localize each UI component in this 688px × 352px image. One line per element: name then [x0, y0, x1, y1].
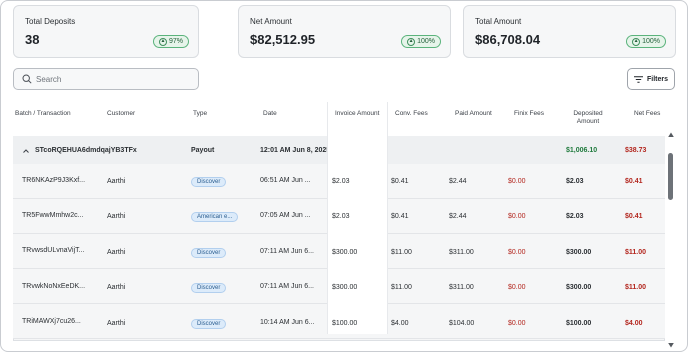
batch-net: $38.73 [625, 147, 647, 154]
paid-amount: $104.00 [449, 320, 475, 327]
transaction-date: 07:05 AM Jun ... [260, 212, 311, 219]
batch-type: Payout [191, 147, 215, 154]
stat-value: $82,512.95 [250, 32, 316, 47]
column-header-customer[interactable]: Customer [107, 110, 135, 118]
finix-fees: $0.00 [508, 320, 526, 327]
transaction-id[interactable]: TRvwsdULvnaVijT... [22, 247, 85, 254]
transaction-id[interactable]: TR5FwwMmhw2c... [22, 212, 83, 219]
column-header-deposited-amount[interactable]: Deposited Amount [571, 110, 605, 126]
transaction-date: 10:14 AM Jun 6... [260, 319, 315, 326]
app-window: Total Deposits 38 ▲ 97% Net Amount $82,5… [0, 0, 688, 352]
transaction-date: 06:51 AM Jun ... [260, 177, 311, 184]
deposited-amount: $300.00 [566, 249, 592, 256]
paid-amount: $311.00 [449, 249, 474, 256]
filters-button[interactable]: Filters [627, 68, 675, 90]
customer-name: Aarthi [107, 320, 126, 327]
deposited-amount: $2.03 [566, 213, 584, 220]
stat-label: Total Amount [475, 17, 522, 26]
transaction-id[interactable]: TR6NKAzP9J3Kxf... [22, 177, 85, 184]
column-header-batch[interactable]: Batch / Transaction [15, 110, 71, 118]
stat-card-total-deposits: Total Deposits 38 ▲ 97% [13, 5, 199, 58]
customer-name: Aarthi [107, 213, 126, 220]
transaction-id[interactable]: TRiMAWXj7cu26... [22, 318, 81, 325]
invoice-amount: $2.03 [332, 213, 350, 220]
conv-fees: $0.41 [391, 178, 409, 185]
net-fees: $0.41 [625, 178, 643, 185]
conv-fees: $11.00 [391, 249, 412, 256]
customer-name: Aarthi [107, 178, 126, 185]
column-header-date[interactable]: Date [263, 110, 277, 118]
column-header-finix-fees[interactable]: Finix Fees [514, 110, 544, 118]
net-fees: $0.41 [625, 213, 643, 220]
status-badge: ▲ 100% [401, 35, 441, 48]
net-fees: $4.00 [625, 320, 643, 327]
net-fees: $11.00 [625, 249, 647, 256]
stat-label: Net Amount [250, 17, 292, 26]
deposited-amount: $300.00 [566, 284, 592, 291]
card-type-pill: Discover [191, 283, 227, 293]
column-header-paid-amount[interactable]: Paid Amount [455, 110, 492, 118]
stat-label: Total Deposits [25, 17, 76, 26]
paid-amount: $311.00 [449, 284, 474, 291]
card-type-pill: Discover [191, 248, 227, 258]
batch-deposited: $1,006.10 [566, 147, 598, 154]
conv-fees: $0.41 [391, 213, 409, 220]
net-fees: $11.00 [625, 284, 647, 291]
arrow-up-icon: ▲ [158, 37, 167, 46]
status-badge: ▲ 97% [152, 35, 189, 48]
column-header-invoice-amount[interactable]: Invoice Amount [335, 110, 379, 118]
badge-percent: 97% [168, 38, 183, 45]
scroll-down-icon[interactable] [668, 342, 674, 348]
transaction-id[interactable]: TRvwkNoNxEeDK... [22, 283, 85, 290]
conv-fees: $11.00 [391, 284, 412, 291]
filters-label: Filters [646, 75, 668, 83]
invoice-amount: $300.00 [332, 249, 358, 256]
column-header-net-fees[interactable]: Net Fees [634, 110, 660, 118]
stat-value: $86,708.04 [475, 32, 541, 47]
batch-date: 12:01 AM Jun 8, 2025 [260, 147, 331, 154]
customer-name: Aarthi [107, 249, 126, 256]
deposited-amount: $2.03 [566, 178, 584, 185]
finix-fees: $0.00 [508, 178, 526, 185]
paid-amount: $2.44 [449, 178, 467, 185]
finix-fees: $0.00 [508, 249, 526, 256]
filter-icon [633, 75, 643, 83]
chevron-up-icon[interactable] [22, 147, 30, 155]
transaction-date: 07:11 AM Jun 6... [260, 283, 314, 290]
transaction-date: 07:11 AM Jun 6... [260, 248, 314, 255]
finix-fees: $0.00 [508, 284, 526, 291]
column-header-conv-fees[interactable]: Conv. Fees [395, 110, 428, 118]
stat-card-total-amount: Total Amount $86,708.04 ▲ 100% [463, 5, 676, 58]
card-type-pill: American e... [191, 212, 239, 222]
status-badge: ▲ 100% [626, 35, 666, 48]
search-box[interactable] [13, 68, 199, 90]
badge-percent: 100% [642, 38, 660, 45]
invoice-amount: $2.03 [332, 178, 350, 185]
finix-fees: $0.00 [508, 213, 526, 220]
card-type-pill: Discover [191, 177, 227, 187]
arrow-up-icon: ▲ [407, 37, 416, 46]
column-header-type[interactable]: Type [193, 110, 207, 118]
scroll-up-icon[interactable] [668, 132, 674, 138]
paid-amount: $2.44 [449, 213, 467, 220]
stat-card-net-amount: Net Amount $82,512.95 ▲ 100% [238, 5, 451, 58]
stat-value: 38 [25, 32, 40, 47]
badge-percent: 100% [417, 38, 435, 45]
scrollbar-thumb[interactable] [668, 153, 673, 200]
conv-fees: $4.00 [391, 320, 409, 327]
invoice-amount: $100.00 [332, 320, 358, 327]
card-type-pill: Discover [191, 319, 227, 329]
invoice-amount: $300.00 [332, 284, 358, 291]
arrow-up-icon: ▲ [632, 37, 641, 46]
customer-name: Aarthi [107, 284, 126, 291]
search-input[interactable] [36, 74, 186, 84]
search-icon [22, 74, 32, 84]
batch-id[interactable]: STcoRQEHUA6dmdqajYB3TFx [35, 147, 137, 154]
deposited-amount: $100.00 [566, 320, 592, 327]
